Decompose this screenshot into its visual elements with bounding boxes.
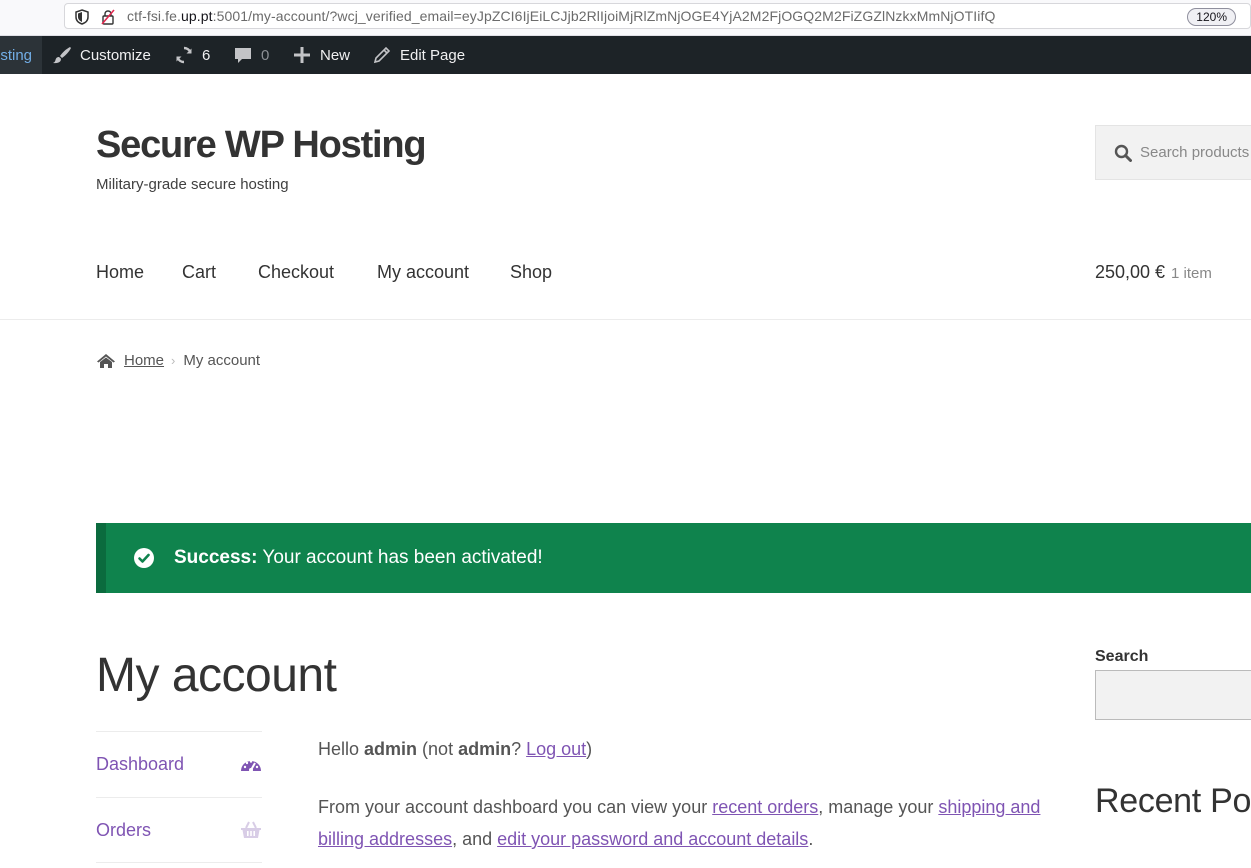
cart-total[interactable]: 250,00 €	[1095, 262, 1165, 283]
updates-button[interactable]: 6	[174, 36, 210, 74]
url-text[interactable]: ctf-fsi.fe.up.pt:5001/my-account/?wcj_ve…	[127, 8, 995, 24]
new-content-button[interactable]: New	[292, 36, 350, 74]
browser-toolbar: ctf-fsi.fe.up.pt:5001/my-account/?wcj_ve…	[0, 0, 1251, 36]
edit-page-button[interactable]: Edit Page	[372, 36, 465, 74]
edit-page-label: Edit Page	[400, 46, 466, 64]
nav-item-home[interactable]: Home	[96, 262, 144, 283]
wp-admin-bar: sting Customize 6 0 New Edit Page	[0, 36, 1251, 74]
shopping-basket-icon	[241, 821, 261, 838]
url-prefix: ctf-fsi.fe.	[127, 8, 181, 24]
cart-count[interactable]: 1 item	[1171, 265, 1212, 282]
search-icon	[1114, 144, 1132, 162]
username-2: admin	[458, 739, 512, 759]
nav-item-cart[interactable]: Cart	[182, 262, 216, 283]
updates-icon	[176, 46, 192, 64]
search-placeholder: Search products	[1140, 144, 1250, 161]
admin-bar-site-name[interactable]: sting	[0, 36, 42, 74]
greeting-text-3: ?	[511, 739, 527, 759]
nav-item-shop[interactable]: Shop	[510, 262, 552, 283]
page-title: My account	[96, 649, 337, 702]
insecure-lock-icon[interactable]	[100, 9, 116, 25]
account-nav-dashboard[interactable]: Dashboard	[96, 731, 262, 797]
url-host: up.pt	[181, 8, 213, 24]
recent-posts-heading: Recent Posts	[1095, 782, 1251, 820]
nav-item-my-account[interactable]: My account	[377, 262, 469, 283]
success-text: Your account has been activated!	[257, 547, 543, 568]
greeting-text: Hello	[318, 739, 365, 759]
pencil-icon	[373, 46, 391, 64]
success-notice: Success: Your account has been activated…	[96, 523, 1251, 593]
breadcrumb: Home › My account	[96, 352, 260, 369]
greeting-paragraph: Hello admin (not admin? Log out)	[318, 733, 1058, 765]
sidebar-search-input[interactable]	[1095, 670, 1251, 720]
chevron-right-icon: ›	[171, 353, 176, 368]
account-navigation: Dashboard Orders	[96, 731, 262, 863]
zoom-level-badge[interactable]: 120%	[1187, 8, 1236, 26]
intro-text-1: From your account dashboard you can view…	[318, 797, 713, 817]
breadcrumb-home-link[interactable]: Home	[124, 352, 164, 369]
customize-label: Customize	[80, 46, 151, 64]
nav-item-checkout[interactable]: Checkout	[258, 262, 334, 283]
comments-count: 0	[261, 46, 270, 64]
intro-text-2: , manage your	[818, 797, 939, 817]
success-label: Success:	[174, 547, 258, 568]
account-nav-dashboard-label: Dashboard	[96, 754, 185, 774]
new-label: New	[320, 46, 351, 64]
account-nav-orders-label: Orders	[96, 819, 152, 840]
comment-bubble-icon	[235, 48, 251, 63]
updates-count: 6	[202, 46, 211, 64]
site-description: Military-grade secure hosting	[96, 176, 289, 193]
header-divider	[0, 319, 1251, 320]
customize-button[interactable]: Customize	[52, 36, 151, 74]
logout-link[interactable]: Log out	[526, 739, 586, 759]
address-bar[interactable]: ctf-fsi.fe.up.pt:5001/my-account/?wcj_ve…	[64, 3, 1251, 29]
greeting-text-4: )	[586, 739, 593, 759]
comments-button[interactable]: 0	[233, 36, 269, 74]
recent-orders-link[interactable]: recent orders	[712, 797, 818, 817]
dashboard-intro-paragraph: From your account dashboard you can view…	[318, 791, 1058, 855]
product-search-input[interactable]: Search products	[1095, 125, 1251, 180]
site-name-label: sting	[0, 46, 32, 64]
home-icon	[97, 353, 115, 368]
greeting-text-2: (not	[417, 739, 459, 759]
success-message: Success: Your account has been activated…	[174, 547, 543, 569]
account-details-link[interactable]: edit your password and account details	[497, 829, 808, 849]
shield-icon[interactable]	[75, 9, 89, 25]
intro-text-3: , and	[452, 829, 498, 849]
site-title[interactable]: Secure WP Hosting	[96, 124, 427, 167]
username: admin	[364, 739, 418, 759]
search-widget-title: Search	[1095, 648, 1149, 665]
account-dashboard-content: Hello admin (not admin? Log out) From yo…	[318, 733, 1058, 868]
check-circle-icon	[134, 548, 154, 568]
plus-icon	[294, 47, 310, 63]
breadcrumb-current: My account	[183, 352, 261, 369]
intro-text-4: .	[808, 829, 814, 849]
dashboard-gauge-icon	[241, 759, 261, 772]
account-nav-orders[interactable]: Orders	[96, 797, 262, 863]
paintbrush-icon	[53, 47, 71, 64]
url-path: :5001/my-account/?wcj_verified_email=eyJ…	[212, 8, 996, 24]
